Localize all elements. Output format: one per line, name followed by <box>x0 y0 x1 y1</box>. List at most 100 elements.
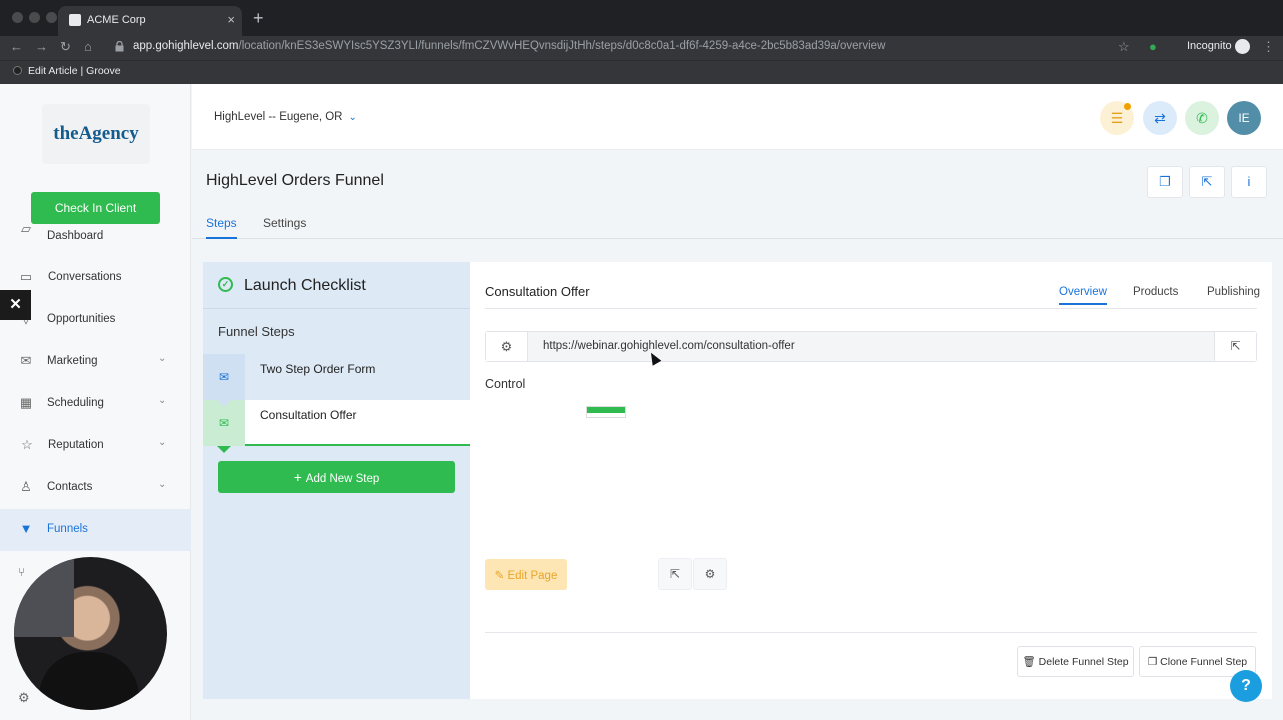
page-preview-thumbnail[interactable] <box>586 406 626 418</box>
switch-button[interactable]: ⇄ <box>1143 101 1177 135</box>
step-connector <box>217 400 231 407</box>
sidebar-item-label: Contacts <box>47 481 93 493</box>
filter-icon: ▼ <box>19 521 33 536</box>
sidebar-item-label: Opportunities <box>47 313 116 325</box>
funnel-step-consultation-offer[interactable]: ✉ Consultation Offer <box>203 400 470 453</box>
bookmark-item[interactable]: Edit Article | Groove <box>13 65 121 77</box>
minimize-window-dot[interactable] <box>29 12 40 23</box>
phone-button[interactable]: ✆ <box>1185 101 1219 135</box>
chevron-down-icon: ⌄ <box>158 353 167 364</box>
swap-arrows-icon: ⇄ <box>1154 110 1166 126</box>
tab-products[interactable]: Products <box>1133 286 1178 303</box>
location-label: HighLevel -- Eugene, OR <box>214 111 343 123</box>
funnel-step-label: Two Step Order Form <box>260 362 376 376</box>
sidebar-item-marketing[interactable]: ✉ Marketing ⌄ <box>0 341 191 383</box>
open-funnel-button[interactable]: ⇱ <box>1189 166 1225 198</box>
groove-icon <box>13 66 22 75</box>
thumbnail-header <box>587 407 625 413</box>
info-button[interactable]: i <box>1231 166 1267 198</box>
chat-icon: ▭ <box>19 269 33 284</box>
logo-text: theAgency <box>53 123 139 144</box>
tab-settings[interactable]: Settings <box>263 216 306 237</box>
notification-dot <box>1124 103 1131 110</box>
url-settings-gear-icon[interactable]: ⚙ <box>486 332 528 361</box>
close-overlay-button[interactable]: ✕ <box>0 290 31 320</box>
tab-steps[interactable]: Steps <box>206 216 237 239</box>
preview-page-button[interactable]: ⇱ <box>658 558 692 590</box>
tab-publishing[interactable]: Publishing <box>1207 286 1260 303</box>
bookmark-star-icon[interactable]: ☆ <box>1118 39 1130 55</box>
address-bar[interactable]: app.gohighlevel.com/location/knES3eSWYIs… <box>133 40 885 52</box>
edit-page-button[interactable]: ✎ Edit Page <box>485 559 567 590</box>
step-tabs: Overview Products Publishing <box>485 286 1260 309</box>
delete-funnel-step-button[interactable]: 🗑 Delete Funnel Step <box>1017 646 1134 677</box>
new-tab-button[interactable]: + <box>253 9 264 27</box>
sidebar-item-label: Conversations <box>48 271 122 283</box>
list-icon: ☰ <box>1110 110 1124 126</box>
step-connector <box>217 446 231 453</box>
trash-icon: 🗑 <box>1022 656 1039 668</box>
webcam-person <box>39 652 139 710</box>
copy-icon: ❐ <box>1147 655 1161 668</box>
user-avatar[interactable]: IE <box>1227 101 1261 135</box>
sidebar-item-scheduling[interactable]: ▦ Scheduling ⌄ <box>0 383 191 425</box>
webcam-background <box>14 557 74 637</box>
tab-title: ACME Corp <box>87 14 146 26</box>
external-link-icon: ⇱ <box>669 567 681 581</box>
edit-icon: ✎ <box>494 569 508 582</box>
chevron-down-icon: ⌄ <box>348 112 357 123</box>
star-icon: ☆ <box>21 437 33 452</box>
page-tabs: Steps Settings <box>192 208 1283 239</box>
funnel-steps-heading: Funnel Steps <box>218 324 295 339</box>
home-icon[interactable]: ⌂ <box>84 39 92 54</box>
settings-gear-icon[interactable]: ⚙ <box>18 690 30 706</box>
tasks-button[interactable]: ☰ <box>1100 101 1134 135</box>
gear-icon: ⚙ <box>704 567 716 581</box>
lock-icon <box>115 41 124 52</box>
chevron-down-icon: ⌄ <box>158 479 167 490</box>
sidebar-item-label: Dashboard <box>47 230 104 242</box>
open-url-external-link-icon[interactable]: ⇱ <box>1214 332 1256 361</box>
check-circle-icon: ✓ <box>218 277 233 292</box>
sidebar-item-contacts[interactable]: ♙ Contacts ⌄ <box>0 467 191 509</box>
url-path: /location/knES3eSWYIsc5YSZ3YLI/funnels/f… <box>238 40 886 52</box>
tab-overview[interactable]: Overview <box>1059 286 1107 305</box>
user-icon: ♙ <box>20 479 32 494</box>
page-title: HighLevel Orders Funnel <box>206 172 384 189</box>
webcam-overlay <box>14 557 167 710</box>
extension-icon[interactable]: ● <box>1149 39 1157 54</box>
chevron-down-icon: ⌄ <box>158 437 167 448</box>
phone-icon: ✆ <box>1196 110 1208 126</box>
step-title: Consultation Offer <box>485 284 590 299</box>
back-icon[interactable]: ← <box>10 39 23 54</box>
maximize-window-dot[interactable] <box>46 12 57 23</box>
browser-tab[interactable]: ACME Corp × <box>58 6 242 36</box>
copy-icon: ❐ <box>1159 174 1171 189</box>
sidebar-item-dashboard[interactable]: ▱ Dashboard <box>0 216 191 244</box>
add-new-step-button[interactable]: + Add New Step <box>218 461 455 493</box>
step-url-text[interactable]: https://webinar.gohighlevel.com/consulta… <box>543 340 795 352</box>
page-settings-button[interactable]: ⚙ <box>693 558 727 590</box>
sidebar-item-funnels[interactable]: ▼ Funnels <box>0 509 191 551</box>
plus-icon: + <box>293 469 306 485</box>
help-button[interactable]: ? <box>1230 670 1262 702</box>
sidebar-item-label: Reputation <box>48 439 104 451</box>
forward-icon[interactable]: → <box>35 39 48 54</box>
url-host: app.gohighlevel.com <box>133 40 239 52</box>
sidebar-item-reputation[interactable]: ☆ Reputation ⌄ <box>0 425 191 467</box>
launch-checklist[interactable]: ✓ Launch Checklist <box>203 262 470 309</box>
tab-close-icon[interactable]: × <box>227 12 235 27</box>
menu-dots-icon[interactable]: ⋮ <box>1262 39 1275 55</box>
incognito-icon[interactable] <box>1235 39 1250 54</box>
funnel-step-two-step-order-form[interactable]: ✉ Two Step Order Form <box>203 354 470 407</box>
step-detail-panel: Consultation Offer Overview Products Pub… <box>470 262 1272 699</box>
agency-logo[interactable]: theAgency <box>42 104 150 164</box>
delete-step-label: Delete Funnel Step <box>1038 656 1129 668</box>
location-switcher[interactable]: HighLevel -- Eugene, OR ⌄ <box>214 111 357 123</box>
close-window-dot[interactable] <box>12 12 23 23</box>
external-link-icon: ⇱ <box>1201 174 1213 189</box>
clone-funnel-button[interactable]: ❐ <box>1147 166 1183 198</box>
sidebar-item-label: Funnels <box>47 523 88 535</box>
reload-icon[interactable]: ↻ <box>60 39 71 55</box>
incognito-label: Incognito <box>1187 40 1232 52</box>
